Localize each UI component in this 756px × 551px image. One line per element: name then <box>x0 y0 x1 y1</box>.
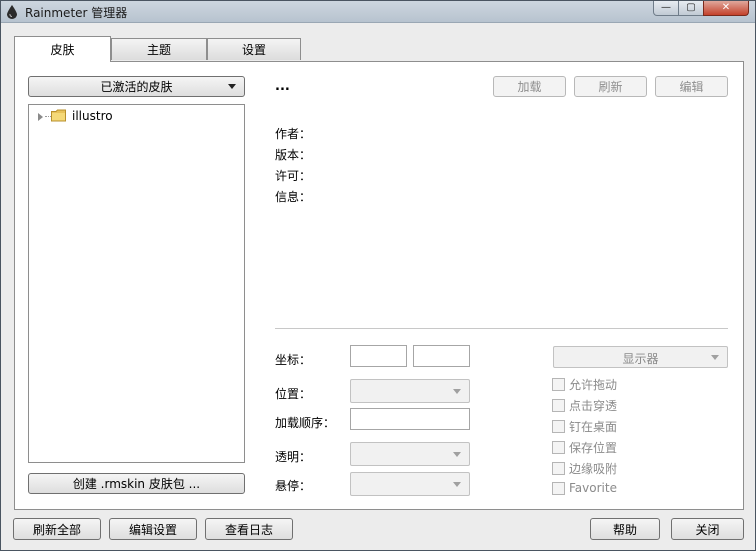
expand-arrow-icon[interactable] <box>38 113 43 121</box>
checkbox-favorite[interactable]: Favorite <box>552 481 617 495</box>
rainmeter-manager-window: Rainmeter 管理器 — ▢ ✕ 皮肤 主题 设置 已激活的皮肤 illu… <box>0 0 756 551</box>
position-select[interactable] <box>350 379 470 403</box>
checkbox-snap-edges[interactable]: 边缘吸附 <box>552 460 617 477</box>
chevron-down-icon <box>453 452 461 457</box>
window-title: Rainmeter 管理器 <box>25 6 128 20</box>
checkbox-box[interactable] <box>552 441 565 454</box>
tree-item-illustro[interactable]: illustro <box>72 109 113 123</box>
chevron-down-icon <box>453 389 461 394</box>
refresh-button[interactable]: 刷新 <box>574 76 647 97</box>
close-button[interactable]: 关闭 <box>671 518 744 540</box>
transparency-label: 透明： <box>275 450 312 464</box>
tab-settings[interactable]: 设置 <box>207 38 301 60</box>
refresh-all-button[interactable]: 刷新全部 <box>13 518 101 540</box>
position-label: 位置： <box>275 387 312 401</box>
checkbox-save-position[interactable]: 保存位置 <box>552 439 617 456</box>
checkbox-label: 允许拖动 <box>569 378 618 392</box>
transparency-select[interactable] <box>350 442 470 466</box>
folder-icon <box>51 109 66 122</box>
hover-select[interactable] <box>350 472 470 496</box>
view-log-button[interactable]: 查看日志 <box>205 518 293 540</box>
maximize-button[interactable]: ▢ <box>678 1 704 16</box>
close-window-button[interactable]: ✕ <box>703 1 749 16</box>
y-coordinate-input[interactable] <box>413 345 470 367</box>
chevron-down-icon <box>228 84 236 89</box>
checkbox-label: 边缘吸附 <box>569 462 618 476</box>
checkbox-label: 钉在桌面 <box>569 420 618 434</box>
load-order-label: 加载顺序： <box>275 416 336 430</box>
title-bar[interactable]: Rainmeter 管理器 — ▢ ✕ <box>1 1 755 23</box>
minimize-button[interactable]: — <box>653 1 679 16</box>
checkbox-box[interactable] <box>552 462 565 475</box>
help-button[interactable]: 帮助 <box>590 518 660 540</box>
chevron-down-icon <box>711 355 719 360</box>
checkbox-box[interactable] <box>552 481 565 495</box>
coordinates-label: 坐标： <box>275 353 312 367</box>
load-order-input[interactable] <box>350 408 470 430</box>
checkbox-label: 点击穿透 <box>569 399 618 413</box>
active-skins-dropdown[interactable]: 已激活的皮肤 <box>28 76 245 97</box>
version-label: 版本： <box>275 148 312 162</box>
rainmeter-drop-icon <box>7 5 17 19</box>
checkbox-box[interactable] <box>552 420 565 433</box>
checkbox-keep-on-screen[interactable]: 钉在桌面 <box>552 418 617 435</box>
edit-button[interactable]: 编辑 <box>655 76 728 97</box>
display-select[interactable]: 显示器 <box>553 346 728 368</box>
checkbox-box[interactable] <box>552 378 565 391</box>
license-label: 许可： <box>275 169 312 183</box>
tab-themes[interactable]: 主题 <box>111 38 207 60</box>
display-select-label: 显示器 <box>622 352 659 366</box>
checkbox-label: 保存位置 <box>569 441 618 455</box>
checkbox-click-through[interactable]: 点击穿透 <box>552 397 617 414</box>
skins-tree[interactable]: illustro <box>28 104 245 463</box>
skin-title: ... <box>275 79 290 94</box>
active-skins-dropdown-label: 已激活的皮肤 <box>100 80 173 94</box>
create-rmskin-button[interactable]: 创建 .rmskin 皮肤包 ... <box>28 473 245 494</box>
load-button[interactable]: 加载 <box>493 76 566 97</box>
checkbox-box[interactable] <box>552 399 565 412</box>
divider <box>275 328 728 329</box>
author-label: 作者： <box>275 127 312 141</box>
checkbox-label: Favorite <box>569 481 617 495</box>
x-coordinate-input[interactable] <box>350 345 407 367</box>
edit-settings-button[interactable]: 编辑设置 <box>109 518 197 540</box>
chevron-down-icon <box>453 482 461 487</box>
info-label: 信息： <box>275 190 312 204</box>
hover-label: 悬停： <box>275 479 312 493</box>
tab-skins[interactable]: 皮肤 <box>14 36 111 62</box>
checkbox-draggable[interactable]: 允许拖动 <box>552 376 617 393</box>
